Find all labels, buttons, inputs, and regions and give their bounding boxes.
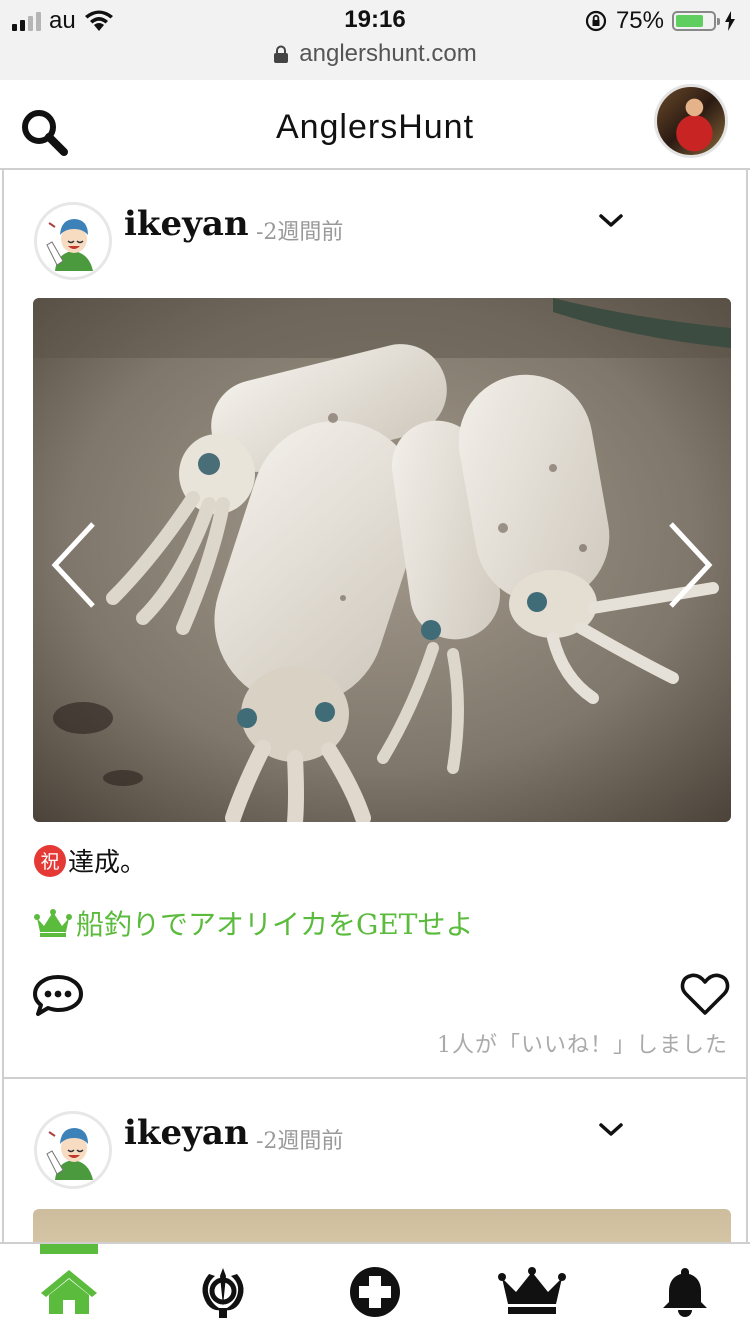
battery-percent: 75%: [615, 7, 664, 34]
khanda-icon: [202, 1268, 244, 1318]
caption-text: 達成。: [68, 848, 147, 878]
app-title: AnglersHunt: [275, 108, 475, 146]
celebration-badge: 祝: [34, 844, 66, 877]
chevron-down-icon[interactable]: [596, 1119, 626, 1141]
tab-ranking[interactable]: [497, 1266, 567, 1328]
home-icon: [41, 1270, 97, 1314]
crown-icon: [34, 909, 72, 937]
achievement-text: 船釣りでアオリイカをGETせよ: [76, 908, 474, 941]
post-caption: 祝 達成。: [34, 842, 746, 879]
post-card: ikeyan -2週間前: [4, 1079, 746, 1242]
crown-icon: [498, 1267, 566, 1314]
post-username[interactable]: ikeyan: [124, 204, 249, 244]
chevron-right-icon[interactable]: [657, 520, 717, 610]
tab-add-post[interactable]: [340, 1266, 410, 1328]
achievement-link[interactable]: 船釣りでアオリイカをGETせよ: [34, 903, 746, 943]
post-photo[interactable]: [33, 298, 731, 822]
user-avatar[interactable]: [34, 202, 112, 280]
tab-notifications[interactable]: [650, 1266, 720, 1328]
bell-icon: [663, 1268, 707, 1317]
feed[interactable]: ikeyan -2週間前 祝 達成。 船釣りでアオリイカをGETせよ 1人が「い…: [2, 170, 748, 1242]
lock-icon: [274, 45, 289, 63]
user-avatar[interactable]: [34, 1111, 112, 1189]
battery-icon: [672, 11, 720, 31]
add-post-icon: [350, 1267, 400, 1317]
post-header: ikeyan -2週間前: [4, 170, 746, 298]
post-card: ikeyan -2週間前: [4, 170, 746, 1079]
post-header: ikeyan -2週間前: [4, 1079, 746, 1209]
heart-icon[interactable]: [680, 971, 730, 1017]
post-photo[interactable]: [33, 1209, 731, 1242]
chevron-down-icon[interactable]: [596, 210, 626, 232]
post-timestamp: -2週間前: [256, 220, 344, 245]
tab-community[interactable]: [188, 1266, 258, 1328]
status-right: 75%: [584, 6, 736, 36]
url-text: anglershunt.com: [299, 40, 477, 67]
address-bar[interactable]: anglershunt.com: [0, 40, 750, 68]
post-timestamp: -2週間前: [256, 1129, 344, 1154]
post-username[interactable]: ikeyan: [124, 1113, 249, 1153]
tab-bar: [0, 1242, 750, 1336]
active-tab-indicator: [40, 1244, 98, 1254]
tab-home[interactable]: [34, 1266, 104, 1328]
charging-icon: [725, 11, 735, 31]
app-header: AnglersHunt: [0, 80, 750, 170]
squid-photo: [33, 298, 731, 822]
chevron-left-icon[interactable]: [47, 520, 107, 610]
profile-avatar[interactable]: [654, 84, 728, 158]
post-actions: [4, 957, 746, 1041]
rotation-lock-icon: [585, 10, 607, 32]
status-bar: au 19:16 75% anglershunt.com: [0, 0, 750, 80]
comment-icon[interactable]: [32, 973, 84, 1019]
